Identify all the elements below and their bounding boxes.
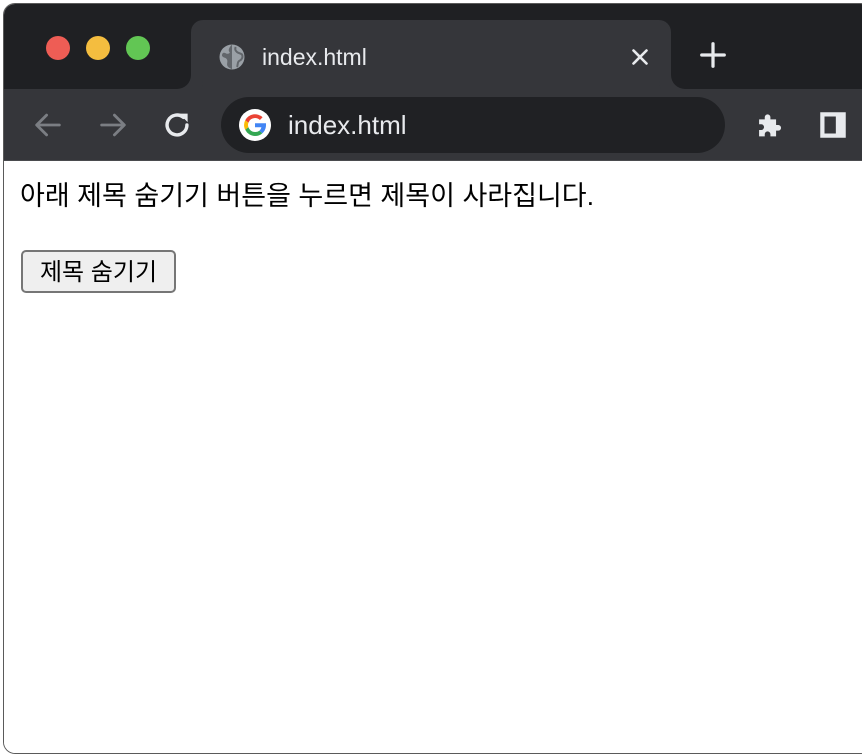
hint-text: 아래 제목 숨기기 버튼을 누르면 제목이 사라집니다. [20,181,595,211]
zoom-window-button[interactable] [126,36,150,60]
back-arrow-icon[interactable] [31,108,65,142]
tab-strip: index.html [4,4,862,89]
reload-icon[interactable] [160,108,194,142]
address-bar-text: index.html [288,110,407,140]
minimize-window-button[interactable] [86,36,110,60]
browser-toolbar: index.html [4,89,862,161]
tab-index-html[interactable]: index.html [191,20,671,89]
hide-title-button[interactable]: 제목 숨기기 [21,250,176,293]
google-g-icon [239,109,271,141]
new-tab-plus-icon[interactable] [698,40,728,70]
tab-title: index.html [262,44,367,70]
puzzle-extension-icon[interactable] [752,108,786,142]
side-panel-icon[interactable] [816,108,850,142]
forward-arrow-icon[interactable] [96,108,130,142]
address-bar[interactable]: index.html [221,97,725,153]
close-window-button[interactable] [46,36,70,60]
page-content: 아래 제목 숨기기 버튼을 누르면 제목이 사라집니다. 제목 숨기기 [4,161,862,753]
close-tab-icon[interactable] [627,44,653,70]
globe-icon [219,44,245,70]
browser-window: index.html index.html 아래 제목 숨기기 버튼을 누르면 … [3,3,862,754]
